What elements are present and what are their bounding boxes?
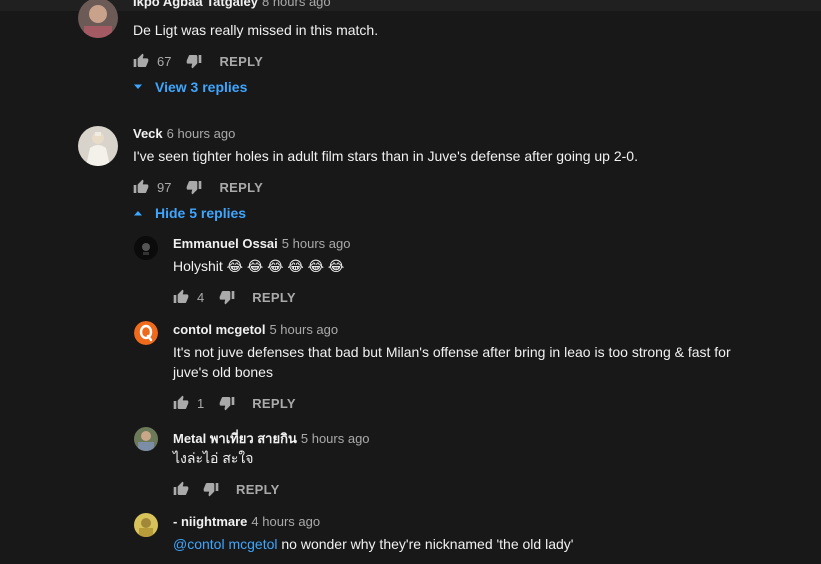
thumb-up-icon[interactable] — [172, 288, 190, 306]
like-count: 97 — [157, 179, 172, 195]
reply-time[interactable]: 4 hours ago — [251, 514, 320, 529]
avatar[interactable] — [78, 126, 118, 166]
avatar[interactable] — [78, 0, 118, 38]
hide-replies-button[interactable]: Hide 5 replies — [133, 205, 246, 221]
thumb-down-icon[interactable] — [218, 394, 236, 412]
avatar[interactable] — [134, 427, 158, 451]
view-replies-button[interactable]: View 3 replies — [133, 79, 247, 95]
reply-actions: 4 REPLY — [172, 287, 296, 307]
mention-link[interactable]: @contol mcgetol — [173, 536, 277, 552]
comment-author[interactable]: Ikpo Agbaa Tatgaley 8 hours ago — [133, 0, 331, 9]
caret-up-icon — [133, 210, 143, 216]
avatar[interactable] — [134, 321, 158, 345]
like-count: 67 — [157, 53, 172, 69]
reply-text: ไงล่ะไอ่ สะใจ — [173, 450, 254, 466]
avatar[interactable] — [134, 513, 158, 537]
like-count: 4 — [197, 289, 205, 305]
avatar[interactable] — [134, 236, 158, 260]
reply-author[interactable]: Emmanuel Ossai 5 hours ago — [173, 236, 350, 251]
hide-replies-label: Hide 5 replies — [155, 205, 247, 221]
reply-time[interactable]: 5 hours ago — [282, 236, 351, 251]
reply-body: no wonder why they're nicknamed 'the old… — [277, 536, 574, 552]
comment-text: I've seen tighter holes in adult film st… — [133, 148, 638, 164]
comment-actions: 97 REPLY — [132, 177, 263, 197]
comment-text: De Ligt was really missed in this match. — [133, 22, 379, 38]
reply-author[interactable]: contol mcgetol 5 hours ago — [173, 322, 338, 337]
reply-button[interactable]: REPLY — [236, 482, 280, 497]
reply-text: It's not juve defenses that bad but Mila… — [173, 344, 731, 380]
reply-button[interactable]: REPLY — [219, 180, 263, 195]
caret-down-icon — [133, 84, 143, 90]
reply-author[interactable]: - niightmare 4 hours ago — [173, 514, 320, 529]
reply-time[interactable]: 5 hours ago — [301, 431, 370, 446]
thumb-down-icon[interactable] — [218, 288, 236, 306]
reply-text: @contol mcgetol no wonder why they're ni… — [173, 534, 573, 554]
reply-button[interactable]: REPLY — [252, 396, 296, 411]
comment-time[interactable]: 8 hours ago — [262, 0, 331, 9]
top-bar — [0, 0, 821, 11]
reply-actions: REPLY — [172, 479, 280, 499]
like-count: 1 — [197, 395, 205, 411]
thumb-down-icon[interactable] — [185, 178, 203, 196]
thumb-down-icon[interactable] — [202, 480, 220, 498]
reply-actions: 1 REPLY — [172, 393, 296, 413]
thumb-up-icon[interactable] — [172, 394, 190, 412]
comment-time[interactable]: 6 hours ago — [167, 126, 236, 141]
reply-button[interactable]: REPLY — [252, 290, 296, 305]
comment-author[interactable]: Veck 6 hours ago — [133, 126, 235, 141]
thumb-down-icon[interactable] — [185, 52, 203, 70]
thumb-up-icon[interactable] — [132, 178, 150, 196]
thumb-up-icon[interactable] — [132, 52, 150, 70]
reply-text: Holyshit 😂 😂 😂 😂 😂 😂 — [173, 258, 345, 274]
reply-author[interactable]: Metal พาเที่ยว สายกิน 5 hours ago — [173, 428, 370, 449]
reply-button[interactable]: REPLY — [219, 54, 263, 69]
reply-time[interactable]: 5 hours ago — [269, 322, 338, 337]
view-replies-label: View 3 replies — [155, 79, 248, 95]
comment-actions: 67 REPLY — [132, 51, 263, 71]
thumb-up-icon[interactable] — [172, 480, 190, 498]
